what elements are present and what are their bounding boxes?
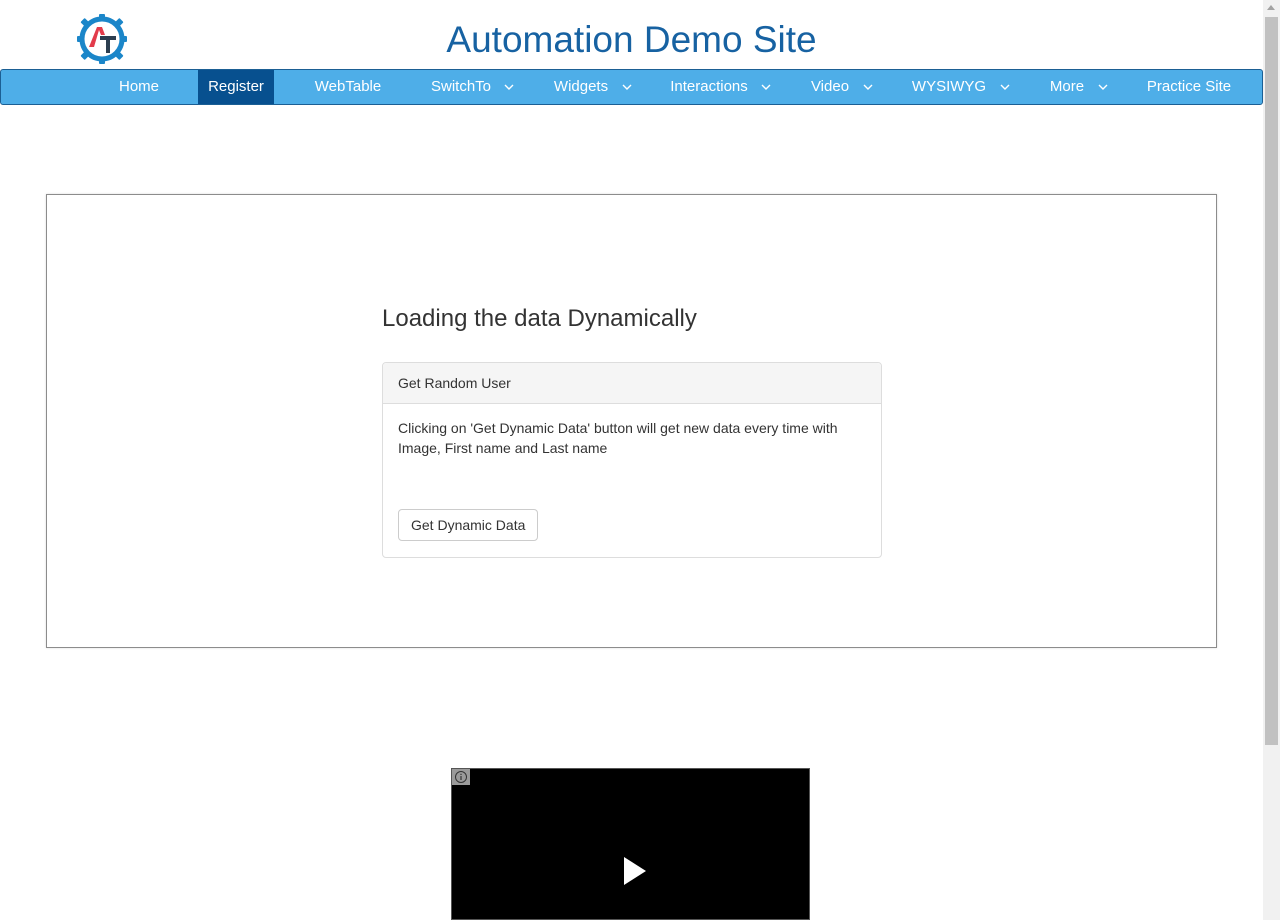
nav-item-label: WYSIWYG — [911, 78, 987, 95]
nav-item-practice-site[interactable]: Practice Site — [1137, 70, 1241, 104]
nav-item-switchto[interactable]: SwitchTo — [421, 70, 501, 104]
nav-item-wysiwyg[interactable]: WYSIWYG — [904, 70, 994, 104]
page-scrollbar[interactable] — [1263, 0, 1280, 920]
video-player[interactable] — [451, 768, 810, 920]
nav-item-label: Home — [118, 78, 159, 95]
page: Automation Demo Site Home Register WebTa… — [0, 0, 1280, 920]
chevron-down-icon[interactable] — [621, 70, 633, 104]
nav-item-label: SwitchTo — [430, 78, 492, 95]
info-icon[interactable] — [452, 769, 470, 785]
chevron-down-icon[interactable] — [862, 70, 874, 104]
nav-item-label: Practice Site — [1146, 78, 1232, 95]
nav-item-interactions[interactable]: Interactions — [662, 70, 756, 104]
nav-item-widgets[interactable]: Widgets — [544, 70, 618, 104]
nav-item-label: Interactions — [670, 78, 748, 95]
panel-description: Clicking on 'Get Dynamic Data' button wi… — [398, 420, 838, 456]
nav-item-webtable[interactable]: WebTable — [304, 70, 392, 104]
site-title: Automation Demo Site — [446, 19, 817, 60]
chevron-down-icon[interactable] — [503, 70, 515, 104]
chevron-down-icon[interactable] — [760, 70, 772, 104]
section-heading: Loading the data Dynamically — [382, 305, 697, 332]
nav-item-home[interactable]: Home — [99, 70, 179, 104]
nav-item-more[interactable]: More — [1039, 70, 1095, 104]
nav-item-label: More — [1049, 78, 1085, 95]
panel-title: Get Random User — [383, 363, 881, 404]
scroll-up-arrow-icon[interactable] — [1267, 5, 1275, 10]
nav-item-label: Register — [208, 78, 264, 95]
nav-item-label: Video — [810, 78, 850, 95]
nav-item-label: WebTable — [314, 78, 382, 95]
random-user-panel: Get Random User Clicking on 'Get Dynamic… — [382, 362, 882, 558]
scrollbar-thumb[interactable] — [1265, 17, 1278, 745]
nav-item-register[interactable]: Register — [198, 70, 274, 104]
nav-item-label: Widgets — [553, 78, 609, 95]
get-dynamic-data-button[interactable]: Get Dynamic Data — [398, 509, 539, 541]
play-icon[interactable] — [624, 857, 646, 885]
chevron-down-icon[interactable] — [999, 70, 1011, 104]
nav-item-video[interactable]: Video — [801, 70, 859, 104]
main-navbar: Home Register WebTable SwitchTo Widgets … — [0, 69, 1263, 105]
chevron-down-icon[interactable] — [1097, 70, 1109, 104]
